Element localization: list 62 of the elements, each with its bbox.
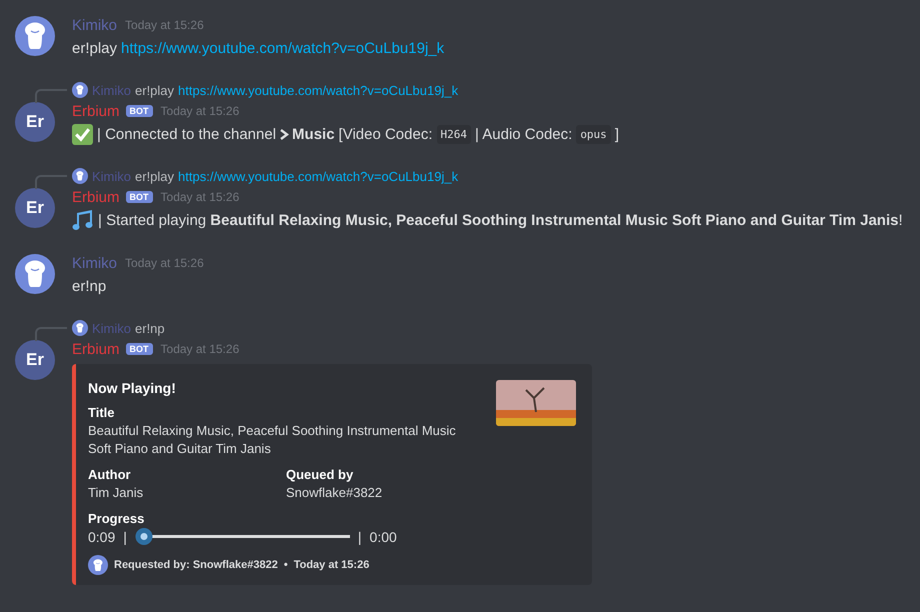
message-timestamp: Today at 15:26: [125, 18, 204, 32]
reply-author[interactable]: Kimiko: [92, 320, 132, 336]
avatar-figure-icon: [24, 22, 46, 50]
message-link[interactable]: https://www.youtube.com/watch?v=oCuLbu19j_k: [121, 40, 444, 56]
message-text: er!np: [135, 320, 165, 336]
bot-tag: BOT: [126, 105, 153, 117]
chevron-icon: [280, 128, 290, 140]
message-text: [Video Codec:: [338, 126, 433, 142]
avatar-figure-icon: [76, 171, 84, 181]
bot-avatar[interactable]: Er: [15, 340, 55, 380]
author-name[interactable]: Kimiko: [72, 254, 118, 272]
message-text: ]: [614, 126, 619, 142]
message-text: | Started playing Beautiful Relaxing Music, Peaceful Soothing Instrumental Music Soft Piano and Guitar Tim Janis!: [98, 212, 903, 228]
total-time: 0:00: [370, 528, 397, 544]
author-name[interactable]: Erbium: [72, 102, 120, 120]
avatar-figure-icon: [24, 260, 46, 288]
author-name[interactable]: Kimiko: [72, 16, 118, 34]
avatar-figure-icon: [76, 85, 84, 95]
embed-title: Now Playing!: [88, 380, 177, 396]
music-notes-icon: [72, 210, 94, 230]
message-timestamp: Today at 15:26: [160, 342, 240, 356]
bot-avatar[interactable]: Er: [15, 102, 55, 142]
reply-author[interactable]: Kimiko: [92, 168, 132, 184]
bot-tag: BOT: [126, 343, 153, 355]
avatar-figure-icon: [93, 558, 103, 572]
user-avatar[interactable]: [15, 254, 55, 294]
separator-text: |: [123, 528, 127, 544]
message-text: | Connected to the channel: [97, 126, 276, 142]
field-name: Queued by: [286, 467, 354, 482]
message-timestamp: Today at 15:26: [125, 256, 204, 270]
field-value: Tim Janis: [88, 484, 144, 502]
field-name: Progress: [88, 511, 146, 526]
footer-separator: •: [284, 559, 288, 571]
field-value: Snowflake#3822: [286, 484, 384, 502]
footer-time: Today at 15:26: [294, 559, 370, 571]
reply-author[interactable]: Kimiko: [92, 82, 132, 98]
message-text: er!play: [135, 82, 174, 98]
author-name[interactable]: Erbium: [72, 340, 120, 358]
progress-thumb[interactable]: [135, 528, 152, 545]
field-name: Title: [88, 405, 116, 420]
avatar-figure-icon: [76, 323, 84, 333]
message-text: er!np: [72, 278, 106, 294]
bot-tag: BOT: [126, 191, 153, 203]
user-avatar[interactable]: [15, 16, 55, 56]
channel-mention[interactable]: Music: [280, 126, 335, 142]
footer-text: Requested by: Snowflake#3822: [114, 559, 278, 571]
bot-avatar[interactable]: Er: [15, 188, 55, 228]
message-text: | Audio Codec:: [475, 126, 572, 142]
separator-text: |: [358, 528, 362, 544]
check-mark-icon: [72, 124, 93, 144]
message-text: er!play: [72, 40, 118, 56]
message-link[interactable]: https://www.youtube.com/watch?v=oCuLbu19j_k: [178, 82, 458, 98]
field-value: Beautiful Relaxing Music, Peaceful Soothing Instrumental Music Soft Piano and Guitar Tim Janis: [88, 422, 457, 458]
elapsed-time: 0:09: [88, 528, 116, 544]
message-timestamp: Today at 15:26: [160, 190, 240, 204]
message-timestamp: Today at 15:26: [160, 104, 240, 118]
message-link[interactable]: https://www.youtube.com/watch?v=oCuLbu19j_k: [178, 168, 458, 184]
author-name[interactable]: Erbium: [72, 188, 120, 206]
inline-code: H264: [436, 124, 472, 144]
message-text: er!play: [135, 168, 174, 184]
field-name: Author: [88, 467, 132, 482]
inline-code: opus: [576, 124, 611, 144]
